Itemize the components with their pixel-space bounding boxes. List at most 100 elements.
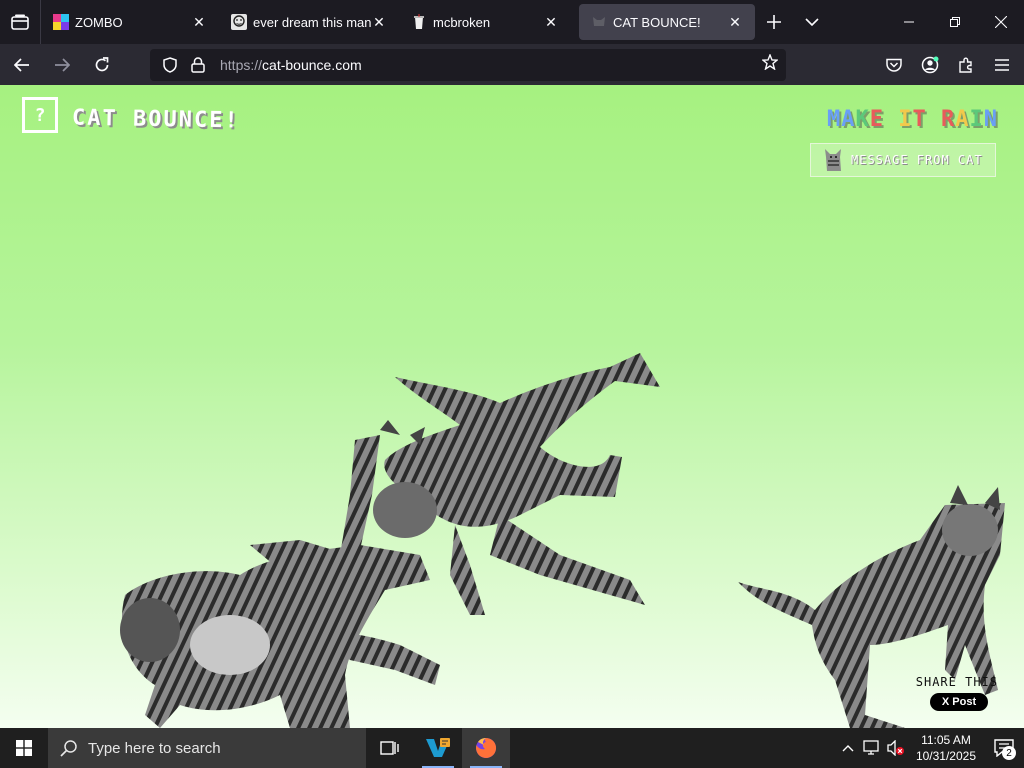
clock-date: 10/31/2025 xyxy=(915,749,976,763)
close-tab-icon[interactable]: ✕ xyxy=(191,14,207,30)
navigation-toolbar: https://cat-bounce.com xyxy=(0,44,1024,85)
task-view-button[interactable] xyxy=(366,728,414,768)
app-icon xyxy=(426,738,450,757)
search-icon xyxy=(60,739,78,757)
reload-icon xyxy=(95,56,109,71)
restore-icon xyxy=(950,17,960,27)
taskbar-search[interactable]: Type here to search xyxy=(48,728,366,768)
chevron-down-icon xyxy=(805,18,819,26)
minimize-button[interactable] xyxy=(886,0,932,44)
url-text[interactable]: https://cat-bounce.com xyxy=(220,57,362,73)
firefox-view-button[interactable] xyxy=(0,0,40,44)
tab-title: CAT BOUNCE! xyxy=(613,14,701,30)
zombo-favicon xyxy=(53,14,69,30)
tab-title: ever dream this man? – xyxy=(253,14,371,30)
bouncing-cats-illustration xyxy=(120,353,1005,728)
rain-letter: A xyxy=(955,107,970,132)
close-tab-icon[interactable]: ✕ xyxy=(371,14,387,30)
rain-letter: I xyxy=(898,107,913,132)
start-button[interactable] xyxy=(0,728,48,768)
arrow-right-icon xyxy=(55,57,70,72)
windows-taskbar: Type here to search 11:05 AM 10/31/2025 … xyxy=(0,728,1024,768)
notification-count-badge: 2 xyxy=(1002,746,1016,760)
rain-letter: M xyxy=(827,107,842,132)
extensions-button[interactable] xyxy=(948,49,984,81)
taskbar-app-firefox[interactable] xyxy=(462,728,510,768)
network-button[interactable] xyxy=(860,728,884,768)
url-host: cat-bounce.com xyxy=(262,56,362,73)
cat-icon xyxy=(825,149,841,171)
message-from-cat-button[interactable]: MESSAGE FROM CAT xyxy=(810,143,996,177)
list-all-tabs-button[interactable] xyxy=(793,4,831,40)
lock-icon[interactable] xyxy=(186,56,210,73)
account-button[interactable] xyxy=(912,49,948,81)
help-button[interactable]: ? xyxy=(22,97,58,133)
page-content: ? CAT BOUNCE! MAKE IT RAIN MESSAGE FROM … xyxy=(0,85,1024,728)
network-icon xyxy=(863,740,879,755)
hamburger-menu-icon xyxy=(995,58,1009,71)
windows-logo-icon xyxy=(16,740,32,756)
volume-button[interactable] xyxy=(884,728,908,768)
message-from-cat-label: MESSAGE FROM CAT xyxy=(851,153,983,167)
task-view-icon xyxy=(380,741,399,755)
cup-favicon xyxy=(414,14,424,29)
arrow-left-icon xyxy=(14,57,29,72)
url-bar[interactable]: https://cat-bounce.com xyxy=(150,48,786,81)
tab-cat-bounce[interactable]: CAT BOUNCE! ✕ xyxy=(579,4,755,40)
system-tray: 11:05 AM 10/31/2025 2 xyxy=(836,728,1024,768)
shield-icon[interactable] xyxy=(158,56,182,73)
taskbar-app-editor[interactable] xyxy=(414,728,462,768)
reload-button[interactable] xyxy=(84,49,120,81)
close-window-button[interactable] xyxy=(978,0,1024,44)
make-it-rain-button[interactable]: MAKE IT RAIN xyxy=(827,107,998,132)
forward-button[interactable] xyxy=(44,49,80,81)
pocket-icon xyxy=(886,58,902,72)
rain-letter: N xyxy=(983,107,998,132)
restore-button[interactable] xyxy=(932,0,978,44)
share-this-label: SHARE THIS xyxy=(915,675,998,689)
firefox-icon xyxy=(476,737,497,758)
tab-zombo[interactable]: ZOMBO ✕ xyxy=(41,4,219,40)
cat-favicon xyxy=(593,17,605,26)
close-tab-icon[interactable]: ✕ xyxy=(543,14,559,30)
notifications-button[interactable]: 2 xyxy=(984,728,1024,768)
puzzle-icon xyxy=(959,57,972,73)
rain-letter: R xyxy=(941,107,956,132)
pocket-button[interactable] xyxy=(876,49,912,81)
tab-mcbroken[interactable]: mcbroken ✕ xyxy=(399,4,571,40)
clock[interactable]: 11:05 AM 10/31/2025 xyxy=(908,732,984,764)
rain-letter xyxy=(884,107,898,132)
tab-strip: ZOMBO ✕ ever dream this man? – ✕ mcbroke… xyxy=(0,0,1024,44)
face-favicon xyxy=(231,14,247,30)
chevron-up-icon xyxy=(842,745,854,752)
tab-ever-dream[interactable]: ever dream this man? – ✕ xyxy=(219,4,399,40)
cat-image xyxy=(738,485,1005,728)
x-post-button[interactable]: X Post xyxy=(930,693,988,711)
rain-letter: A xyxy=(841,107,856,132)
rain-letter: E xyxy=(869,107,884,132)
clock-time: 11:05 AM xyxy=(921,733,971,747)
rain-letter: K xyxy=(855,107,870,132)
volume-muted-icon xyxy=(887,740,904,756)
search-placeholder: Type here to search xyxy=(88,739,221,757)
rain-letter xyxy=(927,107,941,132)
account-icon xyxy=(921,56,939,73)
rain-letter: T xyxy=(912,107,927,132)
menu-button[interactable] xyxy=(984,49,1020,81)
rain-letter: I xyxy=(969,107,984,132)
bookmark-star-icon[interactable] xyxy=(761,53,779,75)
close-icon xyxy=(995,16,1007,28)
tab-title: ZOMBO xyxy=(75,14,123,30)
window-controls xyxy=(886,0,1024,44)
url-protocol: https:// xyxy=(220,56,263,73)
back-button[interactable] xyxy=(4,49,40,81)
plus-icon xyxy=(767,15,781,29)
show-hidden-icons-button[interactable] xyxy=(836,728,860,768)
site-logo: CAT BOUNCE! xyxy=(71,105,240,134)
tab-title: mcbroken xyxy=(433,14,491,30)
minimize-icon xyxy=(904,21,914,23)
firefox-view-icon xyxy=(11,14,29,30)
toolbar-right xyxy=(876,49,1020,81)
close-tab-icon[interactable]: ✕ xyxy=(727,14,743,30)
new-tab-button[interactable] xyxy=(755,4,793,40)
